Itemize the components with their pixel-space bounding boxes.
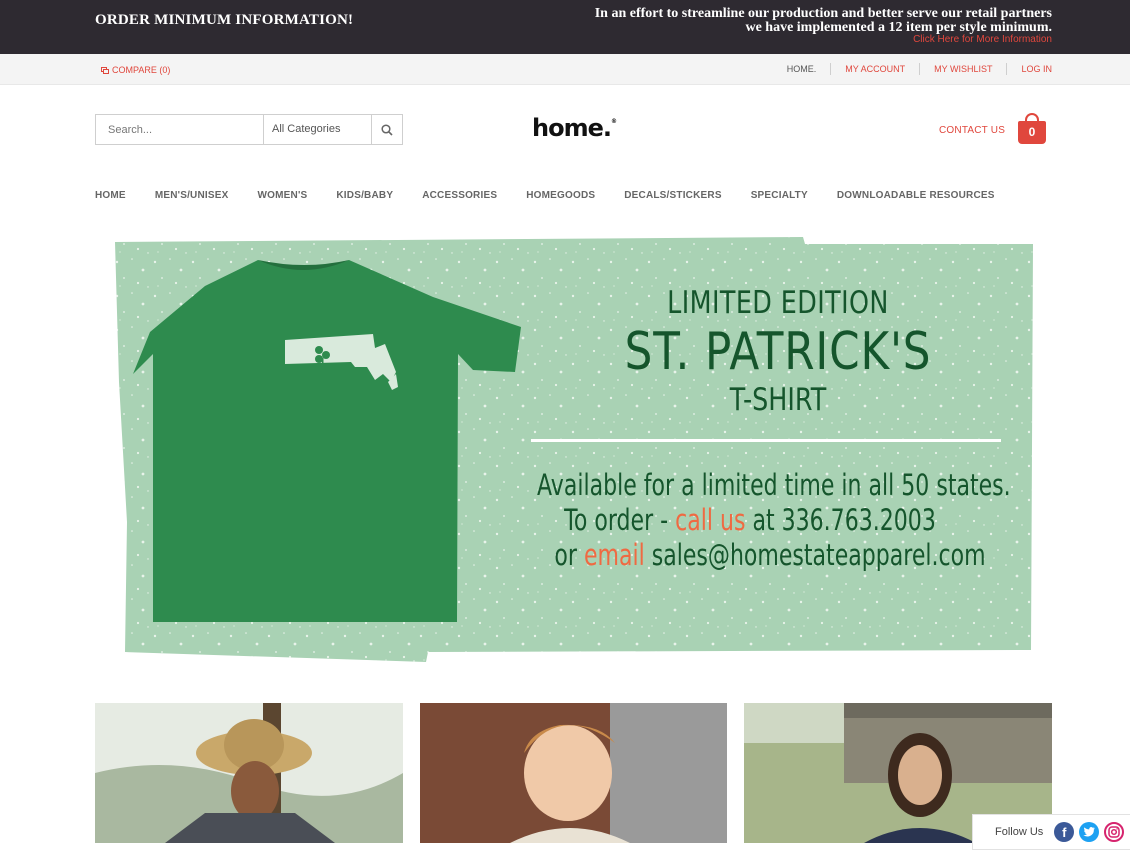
compare-icon xyxy=(101,66,109,74)
nav-decals-stickers[interactable]: DECALS/STICKERS xyxy=(624,190,721,201)
email-link[interactable]: email xyxy=(584,538,645,572)
nav-mens-unisex[interactable]: MEN'S/UNISEX xyxy=(155,190,229,201)
compare-link[interactable]: COMPARE (0) xyxy=(101,65,170,75)
follow-us-widget: Follow Us f xyxy=(972,814,1130,850)
facebook-icon[interactable]: f xyxy=(1054,822,1075,842)
follow-us-label: Follow Us xyxy=(995,826,1044,838)
hero-body-line1: Available for a limited time in all 50 s… xyxy=(537,468,1011,502)
account-links: HOME. MY ACCOUNT MY WISHLIST LOG IN xyxy=(773,63,1052,75)
contact-us-link[interactable]: CONTACT US xyxy=(939,125,1005,136)
kids-photo xyxy=(420,703,727,843)
call-us-link[interactable]: call us xyxy=(675,503,745,537)
hero-body2-pre: To order - xyxy=(564,503,676,537)
cart-count: 0 xyxy=(1018,121,1046,144)
hero-body3-post: sales@homestateapparel.com xyxy=(644,538,986,572)
nav-womens[interactable]: WOMEN'S xyxy=(258,190,308,201)
announcement-title: ORDER MINIMUM INFORMATION! xyxy=(95,12,354,28)
utility-bar: COMPARE (0) HOME. MY ACCOUNT MY WISHLIST… xyxy=(0,54,1130,85)
hero-heading-line1: LIMITED EDITION xyxy=(667,285,889,321)
hero-body-line3: or email sales@homestateapparel.com xyxy=(542,538,998,572)
main-nav: HOME MEN'S/UNISEX WOMEN'S KIDS/BABY ACCE… xyxy=(95,190,1024,201)
cart-button[interactable]: 0 xyxy=(1017,113,1047,145)
instagram-icon[interactable] xyxy=(1104,822,1125,842)
log-in-link[interactable]: LOG IN xyxy=(1006,63,1052,75)
announcement-message: In an effort to streamline our productio… xyxy=(594,6,1052,35)
hero-heading-line2: ST. PATRICK'S xyxy=(624,322,932,382)
category-tile-mens[interactable] xyxy=(95,703,403,843)
logo-text: home xyxy=(532,114,604,142)
hero-heading-line3: T-SHIRT xyxy=(729,382,827,418)
search-input[interactable] xyxy=(96,115,263,144)
twitter-icon[interactable] xyxy=(1079,822,1100,842)
hero-body3-pre: or xyxy=(554,538,584,572)
nav-specialty[interactable]: SPECIALTY xyxy=(751,190,808,201)
mens-photo xyxy=(95,703,403,843)
category-select[interactable]: All Categories xyxy=(263,115,371,144)
home-link[interactable]: HOME. xyxy=(773,63,831,75)
site-logo[interactable]: home.® xyxy=(532,114,617,142)
nav-accessories[interactable]: ACCESSORIES xyxy=(422,190,497,201)
nav-home[interactable]: HOME xyxy=(95,190,126,201)
nav-kids-baby[interactable]: KIDS/BABY xyxy=(336,190,393,201)
nav-downloadable-resources[interactable]: DOWNLOADABLE RESOURCES xyxy=(837,190,995,201)
hero-body-line2: To order - call us at 336.763.2003 xyxy=(522,503,978,537)
announcement-bar: ORDER MINIMUM INFORMATION! In an effort … xyxy=(0,0,1130,54)
search-button[interactable] xyxy=(371,115,402,144)
announcement-link[interactable]: Click Here for More Information xyxy=(913,34,1052,45)
hero-divider xyxy=(531,439,1001,442)
search-form: All Categories xyxy=(95,114,403,145)
nav-homegoods[interactable]: HOMEGOODS xyxy=(526,190,595,201)
compare-label: COMPARE (0) xyxy=(112,65,171,75)
hero-banner[interactable]: LIMITED EDITION ST. PATRICK'S T-SHIRT Av… xyxy=(113,222,1034,680)
category-tile-kids[interactable] xyxy=(420,703,727,843)
search-icon xyxy=(381,123,393,136)
hero-body2-post: at 336.763.2003 xyxy=(745,503,936,537)
my-account-link[interactable]: MY ACCOUNT xyxy=(830,63,919,75)
my-wishlist-link[interactable]: MY WISHLIST xyxy=(919,63,1006,75)
